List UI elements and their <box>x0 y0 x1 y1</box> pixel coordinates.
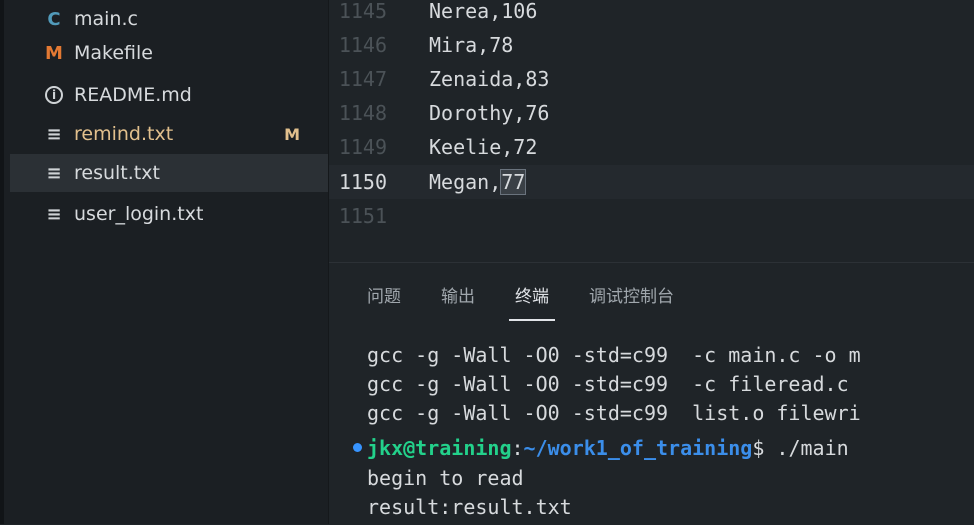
c-file-icon: C <box>47 8 61 30</box>
terminal-line: gcc -g -Wall -O0 -std=c99 -c fileread.c <box>367 371 849 396</box>
explorer-sidebar: C main.c M Makefile i README.md ≡ remind… <box>0 0 329 524</box>
tab-terminal[interactable]: 终端 <box>509 277 555 321</box>
file-item-result-txt[interactable]: ≡ result.txt <box>10 154 328 192</box>
makefile-icon: M <box>45 42 63 64</box>
prompt-command: $ ./main <box>752 435 849 460</box>
line-text: Dorothy,76 <box>429 101 550 125</box>
line-text-before: Megan, <box>429 170 502 194</box>
tab-debug-console[interactable]: 调试控制台 <box>589 277 674 311</box>
modified-badge: M <box>284 124 300 144</box>
code-line[interactable]: 1151 <box>329 199 974 233</box>
file-item-makefile[interactable]: M Makefile <box>10 34 328 72</box>
terminal-prompt-line: jkx@training: ~/work1_of_training $ ./main <box>367 433 974 462</box>
line-number: 1146 <box>338 33 387 57</box>
line-number: 1149 <box>338 135 387 159</box>
code-line[interactable]: 1147 Zenaida,83 <box>329 62 974 96</box>
file-item-readme[interactable]: i README.md <box>10 76 328 114</box>
line-number: 1147 <box>338 67 387 91</box>
tab-output[interactable]: 输出 <box>441 277 475 311</box>
code-line[interactable]: 1146 Mira,78 <box>329 28 974 62</box>
file-label: README.md <box>74 84 192 106</box>
text-file-icon: ≡ <box>46 162 62 184</box>
file-label: Makefile <box>74 42 153 64</box>
file-item-main-c[interactable]: C main.c <box>10 0 328 38</box>
line-text: Zenaida,83 <box>429 67 550 91</box>
prompt-separator: : <box>511 435 524 460</box>
terminal-line: gcc -g -Wall -O0 -std=c99 -c main.c -o m <box>367 342 861 367</box>
text-file-icon: ≡ <box>46 123 62 145</box>
tab-problems[interactable]: 问题 <box>367 277 401 311</box>
text-file-icon: ≡ <box>46 203 62 225</box>
selected-text: 77 <box>500 169 527 195</box>
activity-bar-edge <box>0 0 4 524</box>
code-line[interactable]: 1145 Nerea,106 <box>329 0 974 28</box>
code-line[interactable]: 1149 Keelie,72 <box>329 130 974 164</box>
code-line[interactable]: 1148 Dorothy,76 <box>329 96 974 130</box>
terminal-output-line: begin to read <box>367 465 524 490</box>
line-text: Keelie,72 <box>429 135 538 159</box>
line-text: Nerea,106 <box>429 0 538 23</box>
line-text: Megan,77 <box>429 169 527 195</box>
file-item-user-login-txt[interactable]: ≡ user_login.txt <box>10 195 328 233</box>
file-label: user_login.txt <box>74 203 204 225</box>
file-label: result.txt <box>74 162 160 184</box>
current-code-line[interactable]: 1150 Megan,77 <box>329 165 974 199</box>
code-editor[interactable]: 1145 Nerea,106 1146 Mira,78 1147 Zenaida… <box>329 0 974 262</box>
prompt-user: jkx@training <box>367 435 512 460</box>
prompt-path: ~/work1_of_training <box>523 435 753 460</box>
info-icon: i <box>45 86 63 104</box>
file-item-remind-txt[interactable]: ≡ remind.txt M <box>10 115 328 153</box>
bottom-panel: 问题 输出 终端 调试控制台 gcc -g -Wall -O0 -std=c99… <box>329 262 974 525</box>
file-label: main.c <box>74 8 138 30</box>
terminal-line: gcc -g -Wall -O0 -std=c99 list.o filewri <box>367 400 861 425</box>
line-number: 1151 <box>338 204 387 228</box>
command-status-dot-icon[interactable] <box>353 443 362 452</box>
panel-tabs: 问题 输出 终端 调试控制台 <box>367 277 714 321</box>
line-number: 1150 <box>338 170 387 194</box>
terminal-output-line: result:result.txt <box>367 494 572 519</box>
line-text: Mira,78 <box>429 33 514 57</box>
file-label: remind.txt <box>74 123 174 145</box>
line-number: 1145 <box>338 0 387 23</box>
line-number: 1148 <box>338 101 387 125</box>
